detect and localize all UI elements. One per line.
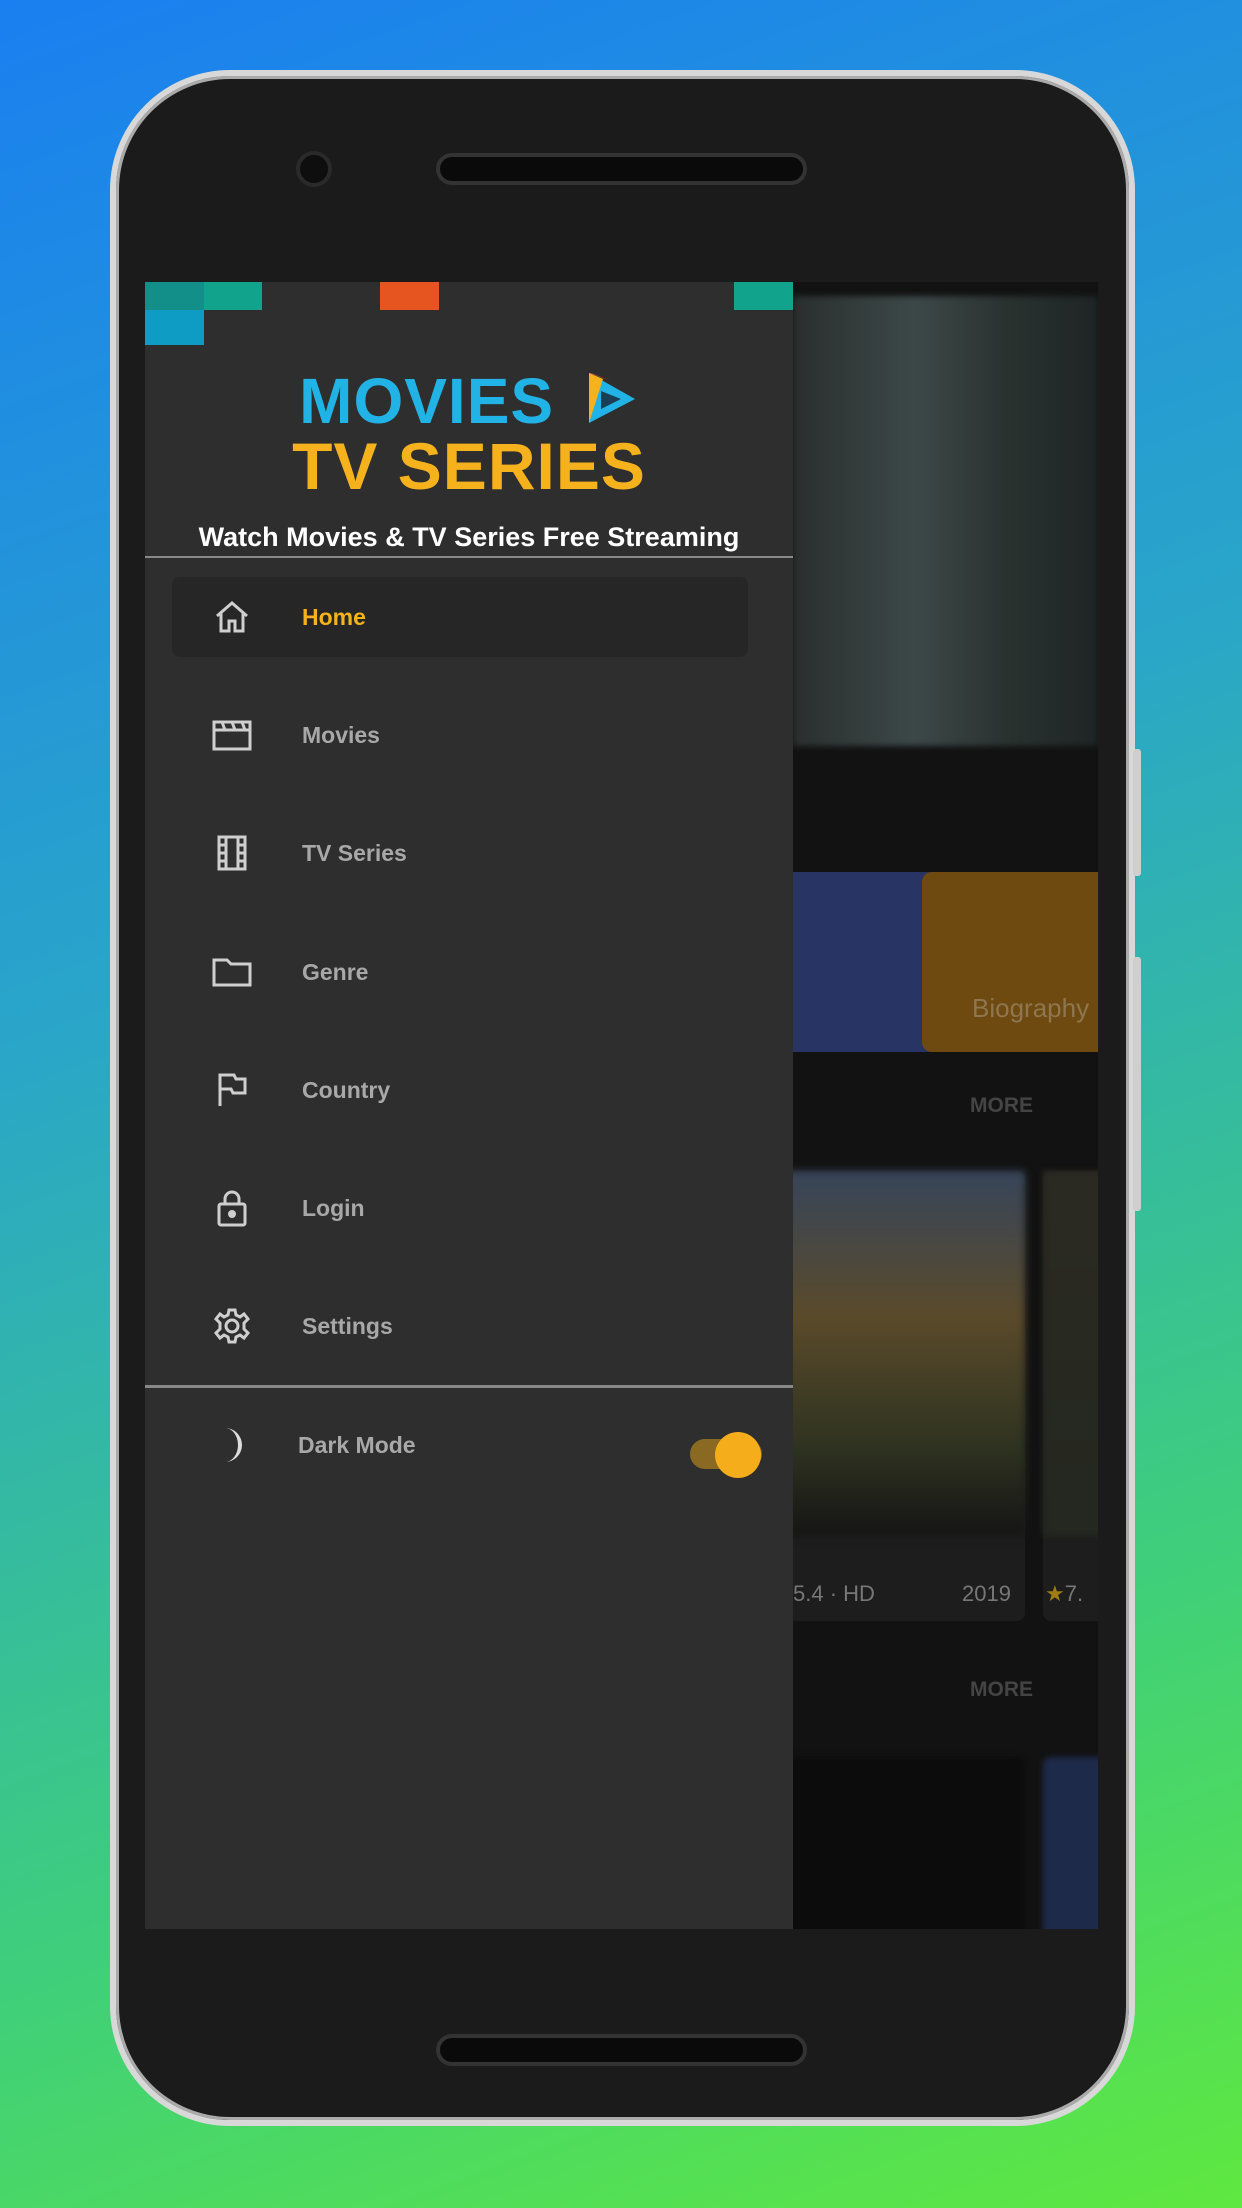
film-strip-icon [210,831,254,875]
drawer-item-login[interactable]: Login [172,1168,748,1248]
decor-square [145,282,204,310]
home-icon [210,595,254,639]
rating-text: 5.4 · HD [793,1581,875,1606]
top-speaker [436,153,807,185]
star-icon: ★ [1045,1581,1065,1606]
drawer-item-genre[interactable]: Genre [172,932,748,1012]
front-camera [296,151,332,187]
movie-card[interactable]: ★7. [1043,1171,1098,1621]
movie-card[interactable] [1043,1757,1098,1929]
flag-icon [210,1068,254,1112]
navigation-drawer: MOVIES TV SERIES Watch Movies & TV Serie… [145,282,793,1929]
dark-mode-row[interactable]: Dark Mode [172,1405,672,1485]
year-text: 2019 [962,1581,1011,1606]
drawer-item-label: Home [302,603,366,630]
more-link[interactable]: MORE [970,1094,1033,1118]
power-button [1133,957,1141,1211]
rating-text: ★7. [1045,1581,1084,1606]
header-divider [145,556,793,558]
genre-label: Biography [972,993,1090,1023]
play-logo-icon [588,373,635,423]
movie-card[interactable] [785,1757,1025,1929]
drawer-item-label: TV Series [302,839,407,866]
drawer-item-movies[interactable]: Movies [172,695,748,775]
folder-icon [210,950,254,994]
lock-icon [210,1186,254,1230]
drawer-item-label: Settings [302,1312,393,1339]
gear-icon [210,1304,254,1348]
tagline: Watch Movies & TV Series Free Streaming [198,522,740,552]
drawer-item-label: Movies [302,721,380,748]
hero-banner[interactable] [793,296,1098,746]
drawer-item-label: Genre [302,958,369,985]
genre-card-biography[interactable]: Biography [922,872,1098,1052]
drawer-item-tv-series[interactable]: TV Series [172,813,748,893]
volume-button [1133,749,1141,876]
drawer-item-home[interactable]: Home [172,577,748,657]
drawer-item-label: Country [302,1076,391,1103]
drawer-item-country[interactable]: Country [172,1050,748,1130]
decor-square [734,282,793,310]
drawer-item-label: Login [302,1194,365,1221]
bottom-speaker [436,2034,807,2066]
drawer-item-settings[interactable]: Settings [172,1286,748,1366]
more-link[interactable]: MORE [970,1678,1033,1702]
dark-mode-label: Dark Mode [298,1431,416,1458]
screen: ation Biography MORE 5.4 · HD 2019 ★7. M… [145,282,1098,1929]
logo-text-movies: MOVIES [145,364,793,438]
decor-square [380,282,439,310]
footer-divider [145,1385,793,1388]
moon-icon [210,1423,254,1467]
movie-card[interactable]: 5.4 · HD 2019 [785,1171,1025,1621]
clapperboard-icon [210,713,254,757]
toggle-knob[interactable] [715,1432,761,1478]
logo-text-tv-series: TV SERIES [292,429,646,503]
